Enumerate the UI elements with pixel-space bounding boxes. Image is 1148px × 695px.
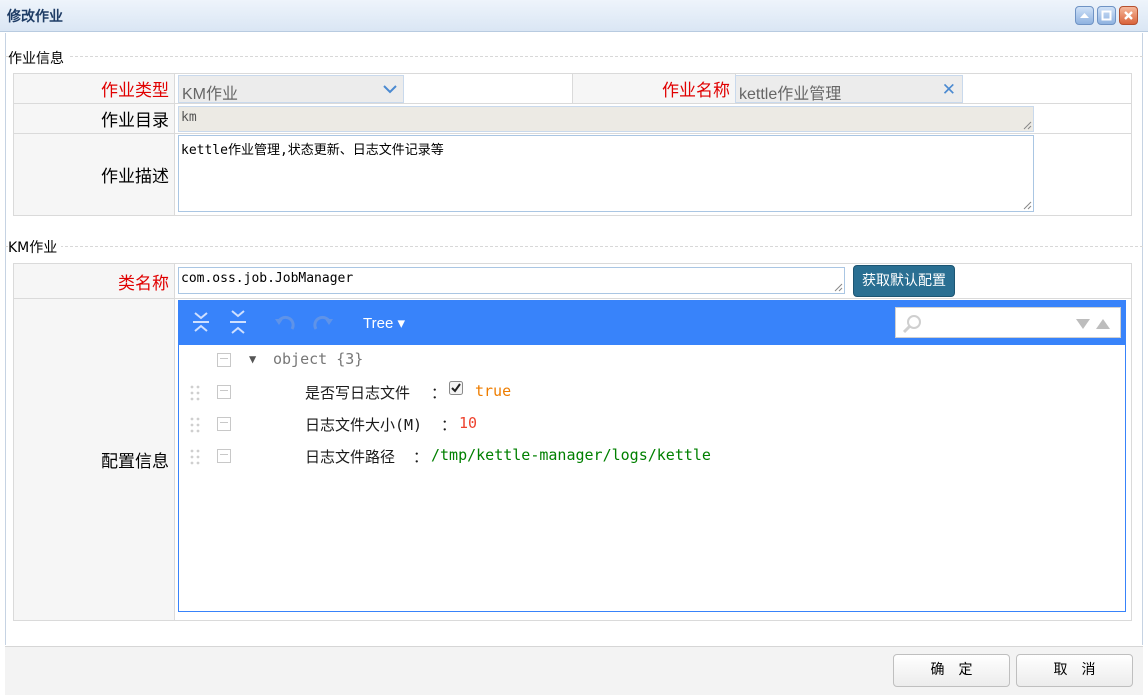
drag-handle-icon[interactable] (190, 385, 200, 401)
window-title: 修改作业 (7, 9, 63, 25)
job-name-field[interactable]: kettle作业管理 ✕ (735, 75, 963, 103)
context-menu-icon[interactable] (217, 385, 231, 399)
field-separator: ： (441, 416, 457, 434)
field-value-string[interactable]: /tmp/kettle-manager/logs/kettle (431, 446, 711, 464)
search-icon (902, 315, 921, 334)
close-icon (1124, 11, 1133, 20)
clear-icon[interactable]: ✕ (942, 80, 956, 100)
class-name-input[interactable]: com.oss.job.JobManager (178, 267, 845, 294)
tree-row: 日志文件路径 ： /tmp/kettle-manager/logs/kettle (179, 441, 1125, 473)
job-name-label: 作业名称 (572, 73, 736, 104)
expand-all-icon[interactable] (191, 309, 211, 335)
field-separator: ： (413, 448, 429, 466)
resize-grip-icon[interactable] (1023, 121, 1032, 130)
field-separator: ： (431, 384, 447, 402)
class-name-value: com.oss.job.JobManager (181, 271, 354, 286)
json-search-input[interactable] (895, 307, 1121, 338)
json-editor-menu: Tree ▾ (179, 301, 1125, 345)
json-editor[interactable]: Tree ▾ ▼ object {3} 是否写日志文件： true 日志文件大小… (178, 300, 1126, 612)
context-menu-icon[interactable] (217, 353, 231, 367)
job-dir-field[interactable]: km (178, 106, 1034, 132)
cancel-button[interactable]: 取消 (1016, 654, 1133, 687)
field-key[interactable]: 日志文件路径 (305, 446, 395, 467)
collapse-button[interactable] (1075, 6, 1094, 25)
collapse-icon (1080, 13, 1089, 18)
job-dir-value: km (181, 110, 197, 125)
root-object-label: object {3} (273, 350, 364, 368)
tree-row: 日志文件大小(M) ： 10 (179, 409, 1125, 441)
field-value-boolean[interactable]: true (475, 382, 511, 400)
maximize-icon (1101, 10, 1112, 21)
section-legend-job-info: 作业信息 (8, 48, 68, 68)
fieldset-divider (5, 56, 1143, 57)
fieldset-divider (5, 246, 1143, 247)
tree-root-row: ▼ object {3} (179, 345, 1125, 377)
class-name-label: 类名称 (13, 263, 175, 299)
job-name-value: kettle作业管理 (739, 86, 842, 103)
mode-selector[interactable]: Tree ▾ (363, 314, 405, 332)
job-desc-label: 作业描述 (13, 133, 175, 216)
close-button[interactable] (1119, 6, 1138, 25)
resize-grip-icon[interactable] (834, 283, 843, 292)
drag-handle-icon[interactable] (190, 417, 200, 433)
section-legend-km: KM作业 (8, 237, 62, 257)
job-desc-value: kettle作业管理,状态更新、日志文件记录等 (181, 143, 444, 158)
job-type-select[interactable]: KM作业 (178, 75, 404, 103)
redo-icon[interactable] (311, 309, 335, 335)
resize-grip-icon[interactable] (1023, 201, 1032, 210)
field-key[interactable]: 日志文件大小(M) (305, 414, 422, 435)
undo-icon[interactable] (273, 309, 297, 335)
field-key[interactable]: 是否写日志文件 (305, 382, 410, 403)
job-desc-textarea[interactable]: kettle作业管理,状态更新、日志文件记录等 (178, 135, 1034, 212)
ok-button[interactable]: 确定 (893, 654, 1010, 687)
get-default-config-button[interactable]: 获取默认配置 (853, 265, 955, 297)
tree-row: 是否写日志文件 ： true (179, 377, 1125, 409)
config-label: 配置信息 (13, 298, 175, 621)
expand-arrow-icon[interactable]: ▼ (249, 352, 256, 366)
job-dir-label: 作业目录 (13, 103, 175, 134)
chevron-down-icon[interactable] (383, 84, 397, 94)
collapse-all-icon[interactable] (228, 309, 248, 335)
job-type-label: 作业类型 (13, 73, 175, 104)
field-value-number[interactable]: 10 (459, 414, 477, 432)
dialog-footer: 确定 取消 (5, 646, 1143, 695)
context-menu-icon[interactable] (217, 417, 231, 431)
checkbox-icon[interactable] (449, 381, 463, 395)
maximize-button[interactable] (1097, 6, 1116, 25)
window-titlebar: 修改作业 (0, 0, 1148, 32)
job-type-value: KM作业 (182, 86, 239, 103)
drag-handle-icon[interactable] (190, 449, 200, 465)
context-menu-icon[interactable] (217, 449, 231, 463)
search-nav-icon[interactable] (1074, 318, 1114, 330)
